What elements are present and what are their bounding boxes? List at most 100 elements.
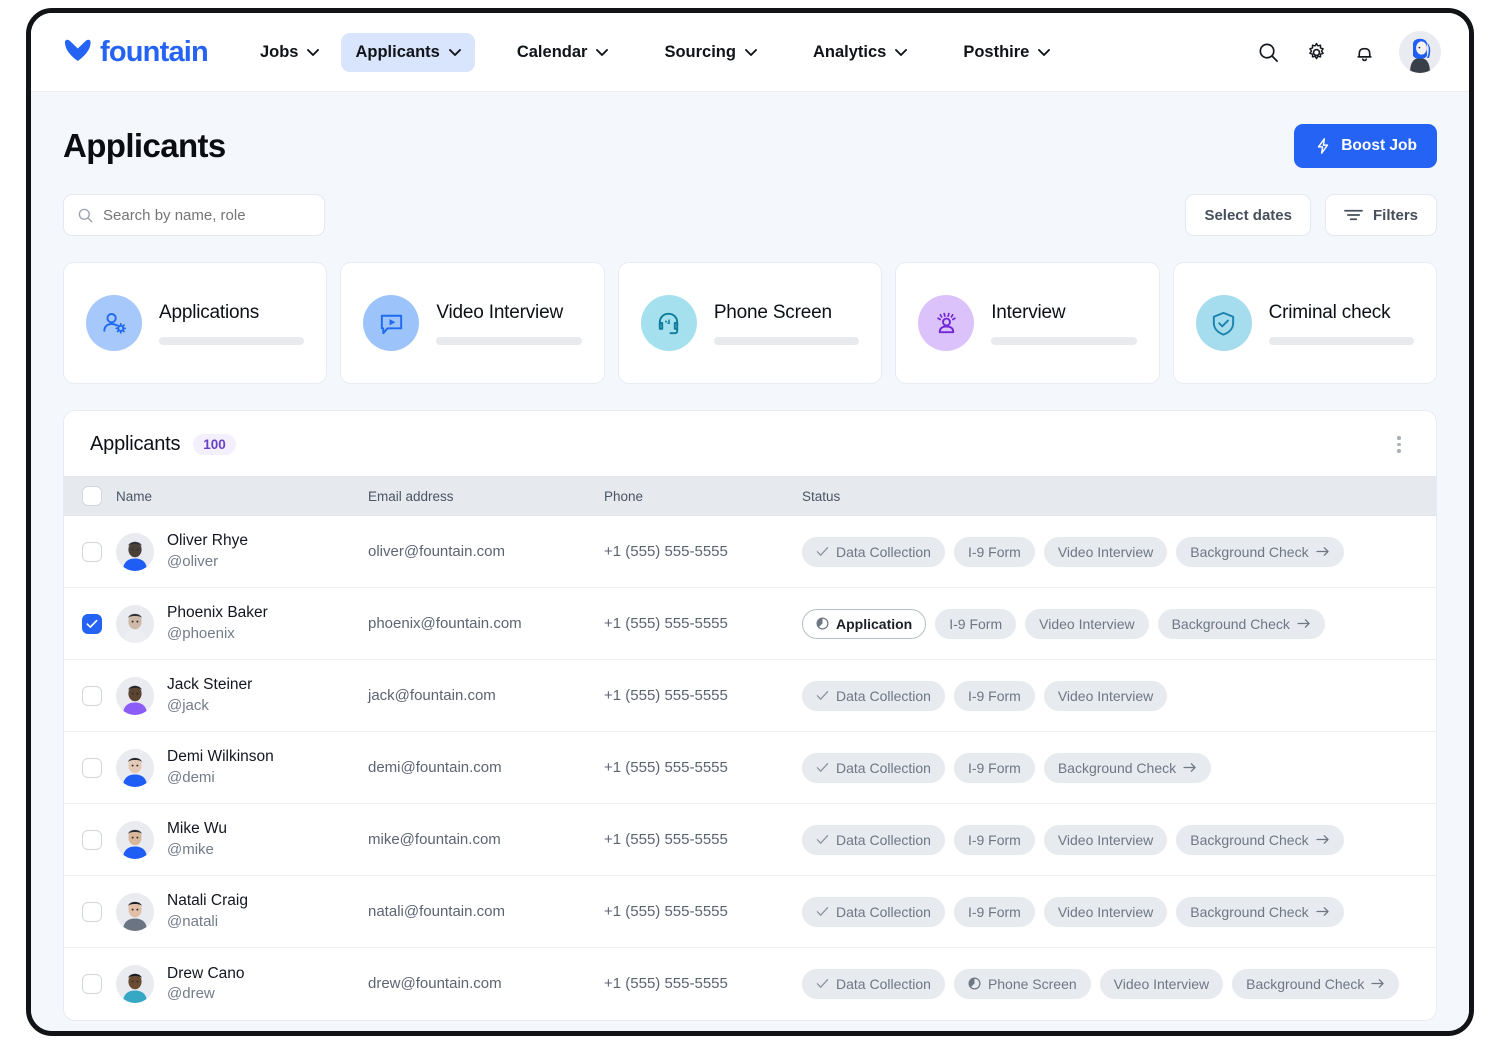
nav-item-sourcing[interactable]: Sourcing xyxy=(650,33,771,72)
select-dates-button[interactable]: Select dates xyxy=(1185,194,1311,236)
column-header-status[interactable]: Status xyxy=(802,477,1436,516)
row-checkbox[interactable] xyxy=(82,614,102,634)
applicant-phone: +1 (555) 555-5555 xyxy=(604,759,728,776)
row-checkbox[interactable] xyxy=(82,758,102,778)
nav-item-applicants[interactable]: Applicants xyxy=(341,33,474,72)
row-checkbox[interactable] xyxy=(82,542,102,562)
boost-job-label: Boost Job xyxy=(1341,137,1417,155)
filters-label: Filters xyxy=(1373,207,1418,224)
status-chip[interactable]: Background Check xyxy=(1158,609,1325,639)
chevron-down-icon xyxy=(895,49,907,56)
status-chip[interactable]: Video Interview xyxy=(1044,681,1167,711)
chevron-down-icon xyxy=(745,49,757,56)
status-chip-label: Video Interview xyxy=(1039,616,1134,632)
status-chip[interactable]: Phone Screen xyxy=(954,969,1091,999)
filters-button[interactable]: Filters xyxy=(1325,194,1437,236)
status-chip-group: Data Collection I-9 Form Video Interview Ba… xyxy=(802,825,1436,855)
table-row[interactable]: Drew Cano@drewdrew@fountain.com+1 (555) … xyxy=(64,948,1436,1020)
stage-card-criminal-check[interactable]: Criminal check xyxy=(1173,262,1437,384)
nav-item-analytics[interactable]: Analytics xyxy=(799,33,921,72)
fountain-logo[interactable]: fountain xyxy=(63,36,208,69)
applicant-handle: @jack xyxy=(167,696,252,717)
status-chip-label: I-9 Form xyxy=(968,544,1021,560)
status-chip-label: Data Collection xyxy=(836,760,931,776)
video-chat-icon xyxy=(363,295,419,351)
gear-icon[interactable] xyxy=(1303,39,1329,65)
status-chip[interactable]: I-9 Form xyxy=(954,681,1035,711)
search-icon[interactable] xyxy=(1255,39,1281,65)
status-chip-group: Data Collection I-9 Form Video Interview Ba… xyxy=(802,537,1436,567)
status-chip[interactable]: Video Interview xyxy=(1025,609,1148,639)
status-chip-label: Video Interview xyxy=(1058,904,1153,920)
status-chip-label: Background Check xyxy=(1190,544,1308,560)
table-row[interactable]: Mike Wu@mikemike@fountain.com+1 (555) 55… xyxy=(64,804,1436,876)
status-chip[interactable]: Background Check xyxy=(1232,969,1399,999)
kebab-menu-icon[interactable] xyxy=(1388,434,1410,456)
applicants-count-badge: 100 xyxy=(193,434,236,455)
column-header-phone[interactable]: Phone xyxy=(604,477,802,516)
row-email-cell: oliver@fountain.com xyxy=(368,516,604,588)
stage-card-interview[interactable]: Interview xyxy=(895,262,1159,384)
status-chip-group: Data Collection Phone Screen Video Intervi… xyxy=(802,969,1436,999)
boost-job-button[interactable]: Boost Job xyxy=(1294,124,1437,168)
status-chip[interactable]: I-9 Form xyxy=(935,609,1016,639)
table-row[interactable]: Natali Craig@natalinatali@fountain.com+1… xyxy=(64,876,1436,948)
status-chip[interactable]: Data Collection xyxy=(802,753,945,783)
row-status-cell: Data Collection I-9 Form Video Interview Ba… xyxy=(802,876,1436,948)
status-chip[interactable]: Data Collection xyxy=(802,825,945,855)
table-row[interactable]: Demi Wilkinson@demidemi@fountain.com+1 (… xyxy=(64,732,1436,804)
status-chip[interactable]: Background Check xyxy=(1176,537,1343,567)
nav-item-posthire[interactable]: Posthire xyxy=(949,33,1064,72)
nav-item-jobs[interactable]: Jobs xyxy=(246,33,334,72)
status-chip[interactable]: I-9 Form xyxy=(954,537,1035,567)
pie-clock-icon xyxy=(816,617,829,630)
avatar xyxy=(116,965,154,1003)
row-checkbox[interactable] xyxy=(82,830,102,850)
status-chip[interactable]: Video Interview xyxy=(1044,825,1167,855)
bell-icon[interactable] xyxy=(1351,39,1377,65)
applicant-email: mike@fountain.com xyxy=(368,831,501,848)
row-phone-cell: +1 (555) 555-5555 xyxy=(604,876,802,948)
status-chip[interactable]: Video Interview xyxy=(1100,969,1223,999)
column-header-name[interactable]: Name xyxy=(116,477,368,516)
status-chip[interactable]: Data Collection xyxy=(802,897,945,927)
status-chip[interactable]: Background Check xyxy=(1044,753,1211,783)
status-chip[interactable]: Video Interview xyxy=(1044,537,1167,567)
table-row[interactable]: Phoenix Baker@phoenixphoenix@fountain.co… xyxy=(64,588,1436,660)
status-chip[interactable]: Application xyxy=(802,609,926,639)
stage-progress-bar xyxy=(159,337,304,345)
status-chip-label: Phone Screen xyxy=(988,976,1077,992)
row-select-cell xyxy=(64,660,116,732)
stage-card-phone-screen[interactable]: Phone Screen xyxy=(618,262,882,384)
stage-label: Phone Screen xyxy=(714,302,859,324)
status-chip[interactable]: Background Check xyxy=(1176,897,1343,927)
status-chip[interactable]: I-9 Form xyxy=(954,825,1035,855)
status-chip[interactable]: I-9 Form xyxy=(954,753,1035,783)
column-header-email[interactable]: Email address xyxy=(368,477,604,516)
row-checkbox[interactable] xyxy=(82,902,102,922)
stage-label: Criminal check xyxy=(1269,302,1414,324)
select-all-checkbox[interactable] xyxy=(82,486,102,506)
search-input[interactable] xyxy=(103,207,311,224)
applicant-name: Jack Steiner xyxy=(167,674,252,695)
status-chip[interactable]: Video Interview xyxy=(1044,897,1167,927)
search-box[interactable] xyxy=(63,194,325,236)
nav-item-calendar[interactable]: Calendar xyxy=(503,33,623,72)
interview-icon xyxy=(918,295,974,351)
status-chip[interactable]: Data Collection xyxy=(802,969,945,999)
row-checkbox[interactable] xyxy=(82,974,102,994)
browser-window-frame: fountain Jobs Applicants Calendar Sourci… xyxy=(26,8,1474,1036)
avatar[interactable] xyxy=(1399,31,1441,73)
row-phone-cell: +1 (555) 555-5555 xyxy=(604,804,802,876)
stage-card-video-interview[interactable]: Video Interview xyxy=(340,262,604,384)
status-chip[interactable]: Data Collection xyxy=(802,537,945,567)
stage-progress-bar xyxy=(991,337,1136,345)
stage-card-applications[interactable]: Applications xyxy=(63,262,327,384)
row-checkbox[interactable] xyxy=(82,686,102,706)
nav-item-label: Sourcing xyxy=(664,43,736,62)
status-chip[interactable]: I-9 Form xyxy=(954,897,1035,927)
table-row[interactable]: Oliver Rhye@oliveroliver@fountain.com+1 … xyxy=(64,516,1436,588)
status-chip[interactable]: Data Collection xyxy=(802,681,945,711)
status-chip[interactable]: Background Check xyxy=(1176,825,1343,855)
table-row[interactable]: Jack Steiner@jackjack@fountain.com+1 (55… xyxy=(64,660,1436,732)
